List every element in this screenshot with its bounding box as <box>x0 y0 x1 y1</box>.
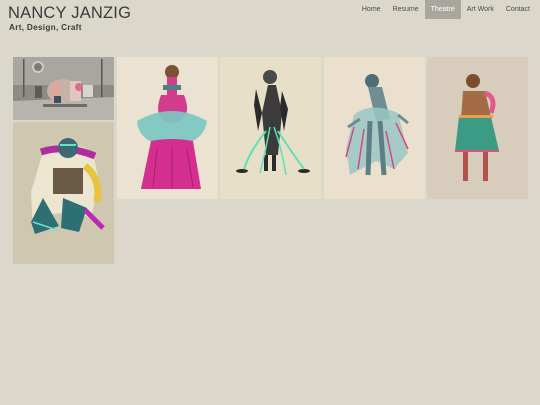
set-model-image <box>13 57 114 120</box>
site-tagline: Art, Design, Craft <box>9 23 82 32</box>
crouching-figure-image <box>13 122 114 264</box>
nav-item-theatre[interactable]: Theatre <box>424 0 461 19</box>
nav-item-resume[interactable]: Resume <box>387 0 425 19</box>
nav-item-art-work[interactable]: Art Work <box>461 0 500 19</box>
gallery-thumb-tattered-dancer[interactable] <box>324 57 425 199</box>
gallery-thumb-crouching-figure[interactable] <box>13 122 114 264</box>
green-tunic-image <box>427 57 528 199</box>
main-nav: Home Resume Theatre Art Work Contact <box>356 0 536 19</box>
gallery-thumb-green-tunic[interactable] <box>427 57 528 199</box>
nav-item-contact[interactable]: Contact <box>500 0 536 19</box>
gallery-thumb-set-model[interactable] <box>13 57 114 120</box>
standing-figure-image <box>220 57 321 199</box>
pink-teal-gown-image <box>117 57 218 199</box>
tattered-dancer-image <box>324 57 425 199</box>
gallery-thumb-standing-figure[interactable] <box>220 57 321 199</box>
nav-item-home[interactable]: Home <box>356 0 387 19</box>
site-title[interactable]: NANCY JANZIG <box>8 4 131 23</box>
gallery-thumb-pink-teal-gown[interactable] <box>117 57 218 199</box>
